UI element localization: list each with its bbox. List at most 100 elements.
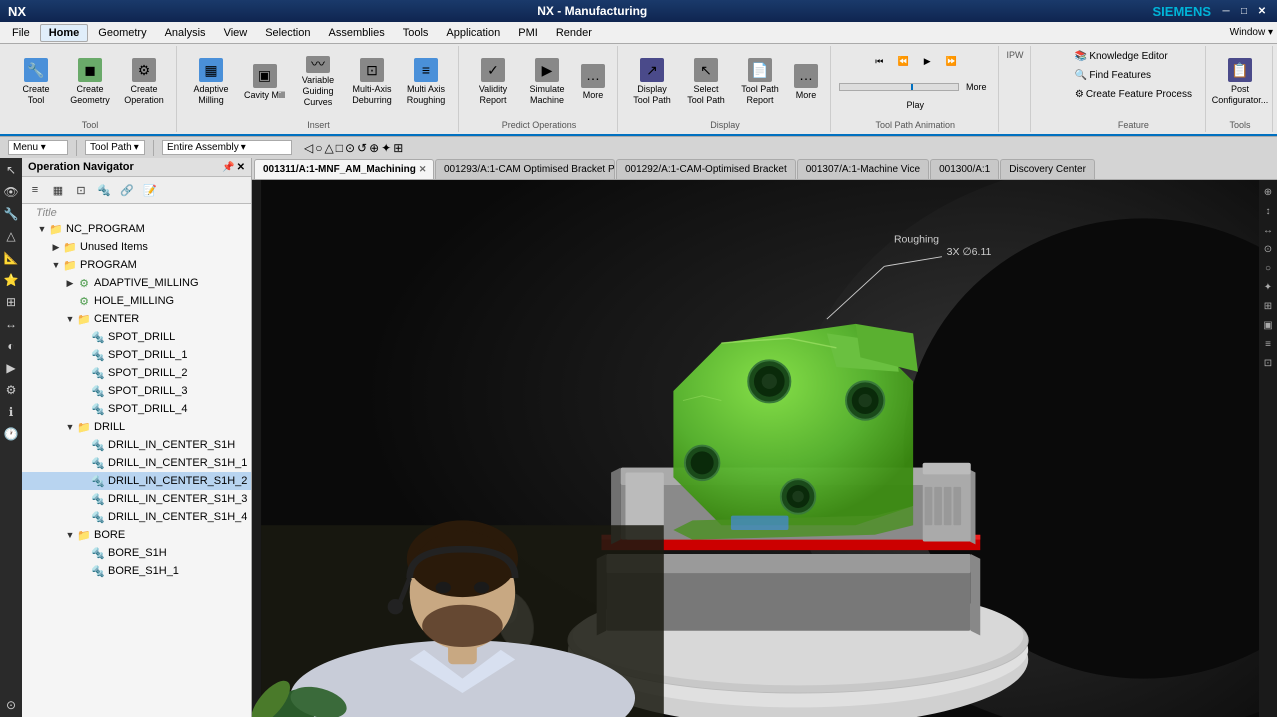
- select-tool-path-button[interactable]: ↖ Select Tool Path: [680, 55, 732, 109]
- tree-item-spot-drill-3[interactable]: ▶ 🔩 SPOT_DRILL_3: [22, 382, 251, 400]
- menu-tools[interactable]: Tools: [395, 25, 437, 41]
- tree-item-center[interactable]: ▼ 📁 CENTER: [22, 310, 251, 328]
- program-toggle[interactable]: ▼: [50, 259, 62, 271]
- nav-tool-5[interactable]: 🔗: [116, 179, 138, 201]
- toolbar-icon-1[interactable]: ◁: [304, 141, 313, 155]
- variable-guiding-button[interactable]: 〰 Variable Guiding Curves: [292, 55, 344, 109]
- left-icon-view[interactable]: 👁: [1, 182, 21, 202]
- menu-view[interactable]: View: [216, 25, 256, 41]
- menu-home[interactable]: Home: [40, 24, 89, 42]
- close-button[interactable]: ✕: [1255, 4, 1269, 18]
- tree-item-spot-drill-1[interactable]: ▶ 🔩 SPOT_DRILL_1: [22, 346, 251, 364]
- animation-slider[interactable]: [839, 83, 959, 91]
- knowledge-editor-button[interactable]: 📚 Knowledge Editor: [1068, 48, 1175, 65]
- tree-item-drill-s1h-2[interactable]: ▶ 🔩 DRILL_IN_CENTER_S1H_2: [22, 472, 251, 490]
- left-icon-dimensions[interactable]: ↔: [1, 314, 21, 334]
- menu-analysis[interactable]: Analysis: [157, 25, 214, 41]
- toolbar-icon-3[interactable]: △: [324, 141, 333, 155]
- multi-axis-deburring-button[interactable]: ⊡ Multi-Axis Deburring: [346, 55, 398, 109]
- window-controls[interactable]: ─ □ ✕: [1219, 4, 1269, 18]
- viewport-tab-0-close[interactable]: ✕: [419, 164, 427, 175]
- left-icon-features[interactable]: ⭐: [1, 270, 21, 290]
- left-icon-info[interactable]: ℹ: [1, 402, 21, 422]
- nav-tool-2[interactable]: ▦: [47, 179, 69, 201]
- tree-item-drill-s1h-4[interactable]: ▶ 🔩 DRILL_IN_CENTER_S1H_4: [22, 508, 251, 526]
- left-icon-analysis[interactable]: 📐: [1, 248, 21, 268]
- display-tool-path-button[interactable]: ↗ Display Tool Path: [626, 55, 678, 109]
- right-icon-1[interactable]: ⊕: [1260, 184, 1276, 200]
- tool-path-report-button[interactable]: 📄 Tool Path Report: [734, 55, 786, 109]
- rewind-button[interactable]: ⏮: [868, 48, 890, 74]
- center-toggle[interactable]: ▼: [64, 313, 76, 325]
- nc-program-toggle[interactable]: ▼: [36, 223, 48, 235]
- tree-item-drill-s1h-1[interactable]: ▶ 🔩 DRILL_IN_CENTER_S1H_1: [22, 454, 251, 472]
- right-icon-10[interactable]: ⊡: [1260, 355, 1276, 371]
- right-icon-5[interactable]: ○: [1260, 260, 1276, 276]
- menu-pmi[interactable]: PMI: [510, 25, 546, 41]
- bore-toggle[interactable]: ▼: [64, 529, 76, 541]
- find-features-button[interactable]: 🔍 Find Features: [1068, 67, 1158, 84]
- tree-item-bore-s1h[interactable]: ▶ 🔩 BORE_S1H: [22, 544, 251, 562]
- window-menu-button[interactable]: Window ▾: [1230, 27, 1273, 38]
- right-icon-9[interactable]: ≡: [1260, 336, 1276, 352]
- tree-item-spot-drill-2[interactable]: ▶ 🔩 SPOT_DRILL_2: [22, 364, 251, 382]
- unused-toggle[interactable]: ▶: [50, 241, 62, 253]
- tree-item-drill-s1h-3[interactable]: ▶ 🔩 DRILL_IN_CENTER_S1H_3: [22, 490, 251, 508]
- multi-axis-roughing-button[interactable]: ≡ Multi Axis Roughing: [400, 55, 452, 109]
- nav-pin-button[interactable]: 📌: [222, 162, 234, 173]
- assembly-dropdown[interactable]: Entire Assembly ▾: [162, 140, 292, 155]
- left-icon-simulation[interactable]: ▶: [1, 358, 21, 378]
- tree-item-drill-s1h[interactable]: ▶ 🔩 DRILL_IN_CENTER_S1H: [22, 436, 251, 454]
- nav-tool-1[interactable]: ≡: [24, 179, 46, 201]
- more-predict-button[interactable]: … More: [575, 55, 611, 109]
- viewport-3d[interactable]: 3X ∅6.11 Roughing: [252, 180, 1277, 717]
- menu-render[interactable]: Render: [548, 25, 600, 41]
- viewport-tab-1[interactable]: 001293/A:1-CAM Optimised Bracket PMI: [435, 159, 615, 179]
- tree-item-bore[interactable]: ▼ 📁 BORE: [22, 526, 251, 544]
- tree-item-unused[interactable]: ▶ 📁 Unused Items: [22, 238, 251, 256]
- nav-close-button[interactable]: ✕: [237, 162, 245, 173]
- menu-geometry[interactable]: Geometry: [90, 25, 154, 41]
- tool-path-dropdown[interactable]: Tool Path ▾: [85, 140, 145, 155]
- viewport-tab-3[interactable]: 001307/A:1-Machine Vice: [797, 159, 929, 179]
- left-icon-geometry[interactable]: △: [1, 226, 21, 246]
- toolbar-icon-5[interactable]: ⊙: [345, 141, 355, 155]
- toolbar-icon-2[interactable]: ○: [315, 141, 322, 155]
- nav-tool-6[interactable]: 📝: [139, 179, 161, 201]
- left-icon-selection[interactable]: ↖: [1, 160, 21, 180]
- left-icon-assemblies[interactable]: ⊞: [1, 292, 21, 312]
- tree-item-bore-s1h-1[interactable]: ▶ 🔩 BORE_S1H_1: [22, 562, 251, 580]
- tree-item-spot-drill[interactable]: ▶ 🔩 SPOT_DRILL: [22, 328, 251, 346]
- validity-report-button[interactable]: ✓ Validity Report: [467, 55, 519, 109]
- create-operation-button[interactable]: ⚙ Create Operation: [118, 55, 170, 109]
- nav-tool-3[interactable]: ⊡: [70, 179, 92, 201]
- tree-item-program[interactable]: ▼ 📁 PROGRAM: [22, 256, 251, 274]
- menu-dropdown[interactable]: Menu ▾: [8, 140, 68, 155]
- right-icon-6[interactable]: ✦: [1260, 279, 1276, 295]
- toolbar-icon-4[interactable]: □: [336, 141, 343, 155]
- more-animation-button[interactable]: More: [961, 75, 992, 99]
- right-icon-4[interactable]: ⊙: [1260, 241, 1276, 257]
- more-display-button[interactable]: … More: [788, 55, 824, 109]
- step-fwd-button[interactable]: ⏩: [940, 48, 962, 74]
- menu-selection[interactable]: Selection: [257, 25, 318, 41]
- viewport-tab-0[interactable]: 001311/A:1-MNF_AM_Machining ✕: [254, 159, 434, 179]
- simulate-machine-button[interactable]: ▶ Simulate Machine: [521, 55, 573, 109]
- step-back-button[interactable]: ⏪: [892, 48, 914, 74]
- adaptive-milling-button[interactable]: ▦ Adaptive Milling: [185, 55, 237, 109]
- create-tool-button[interactable]: 🔧 Create Tool: [10, 55, 62, 109]
- nav-tool-4[interactable]: 🔩: [93, 179, 115, 201]
- menu-assemblies[interactable]: Assemblies: [320, 25, 392, 41]
- left-icon-settings[interactable]: ⚙: [1, 380, 21, 400]
- toolbar-icon-7[interactable]: ⊕: [369, 141, 379, 155]
- play-button[interactable]: ▶: [916, 48, 938, 74]
- tree-item-drill[interactable]: ▼ 📁 DRILL: [22, 418, 251, 436]
- right-icon-8[interactable]: ▣: [1260, 317, 1276, 333]
- create-feature-process-button[interactable]: ⚙ Create Feature Process: [1068, 86, 1199, 103]
- drill-toggle[interactable]: ▼: [64, 421, 76, 433]
- viewport-tab-5[interactable]: Discovery Center: [1000, 159, 1095, 179]
- cavity-mill-button[interactable]: ▣ Cavity Mill: [239, 55, 290, 109]
- tree-item-hole-milling[interactable]: ▶ ⚙ HOLE_MILLING: [22, 292, 251, 310]
- toolbar-icon-9[interactable]: ⊞: [393, 141, 403, 155]
- post-configurator-button[interactable]: 📋 Post Configurator...: [1214, 55, 1266, 109]
